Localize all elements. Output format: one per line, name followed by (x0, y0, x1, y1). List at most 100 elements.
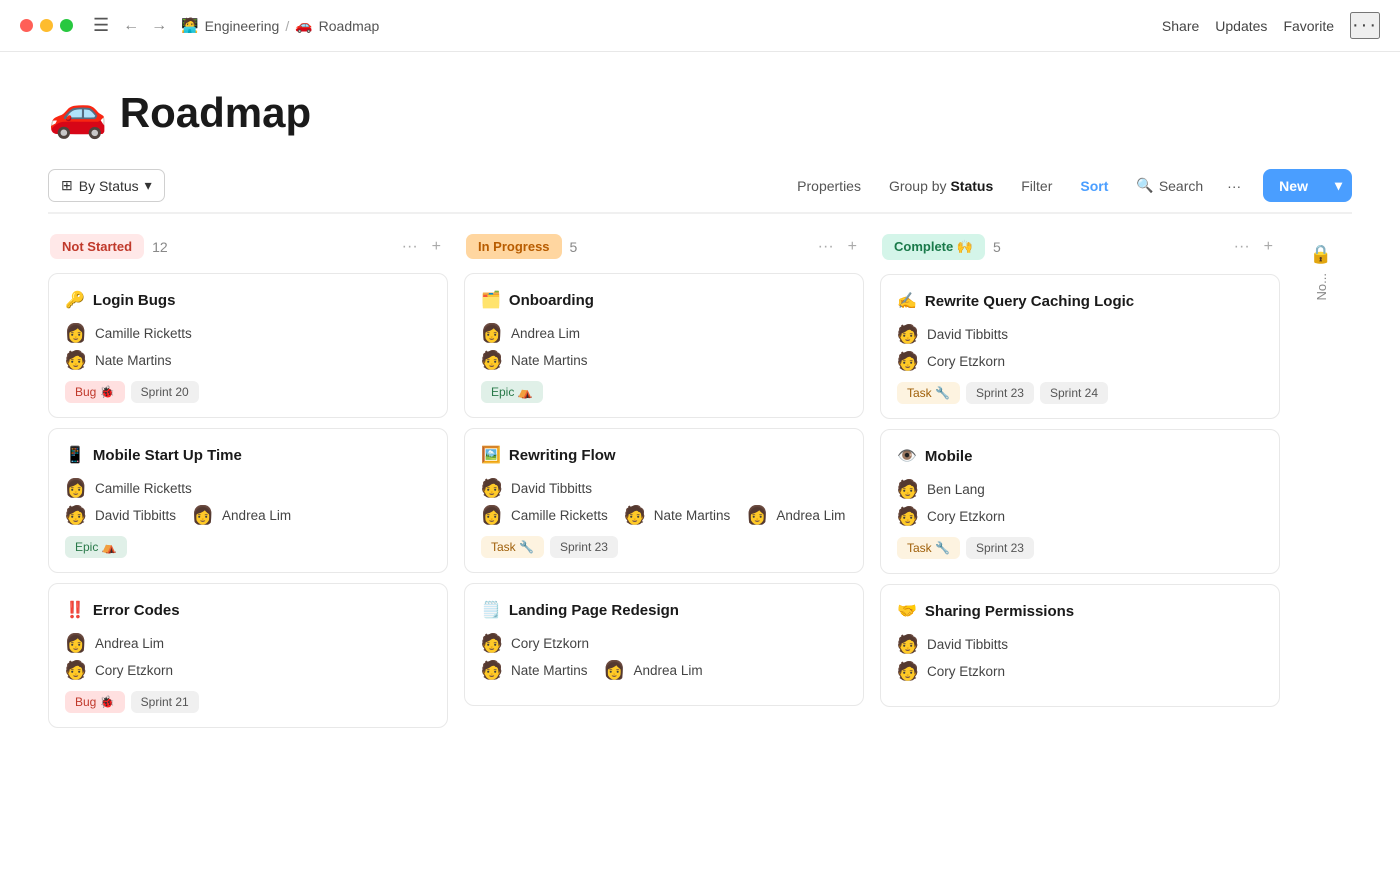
avatar: 👩 (192, 504, 214, 526)
card-person-in-progress-1-2: 🧑Nate Martins (624, 504, 731, 526)
person-name-0: Ben Lang (927, 482, 985, 497)
chevron-down-icon: ▾ (145, 177, 152, 194)
avatar: 👩 (65, 477, 87, 499)
card-person-not-started-1-2: 👩Andrea Lim (192, 504, 291, 526)
tag-bug-0: Bug 🐞 (65, 691, 125, 713)
card-complete-2[interactable]: 🤝Sharing Permissions🧑David Tibbitts🧑Cory… (880, 584, 1280, 707)
avatar: 👩 (481, 504, 503, 526)
column-count-not-started: 12 (152, 239, 168, 255)
close-button[interactable] (20, 19, 33, 32)
new-button[interactable]: New ▾ (1263, 169, 1352, 202)
page-title-emoji: 🚗 (48, 84, 108, 141)
column-actions-not-started: ···+ (397, 235, 446, 259)
card-not-started-1[interactable]: 📱Mobile Start Up Time👩Camille Ricketts🧑D… (48, 428, 448, 573)
column-more-button-complete[interactable]: ··· (1229, 235, 1255, 259)
card-people-complete-2: 🧑David Tibbitts🧑Cory Etzkorn (897, 633, 1263, 682)
column-header-complete: Complete 🙌5···+ (880, 234, 1280, 260)
card-tags-complete-1: Task 🔧 Sprint 23 (897, 537, 1263, 559)
tag-task-0: Task 🔧 (897, 537, 960, 559)
card-person-not-started-1-0: 👩 Camille Ricketts (65, 477, 431, 499)
card-people-not-started-1: 👩Camille Ricketts🧑David Tibbitts👩Andrea … (65, 477, 431, 526)
new-button-dropdown-icon[interactable]: ▾ (1325, 169, 1352, 202)
page-title: Roadmap (120, 89, 311, 137)
avatar: 🧑 (897, 350, 919, 372)
minimize-button[interactable] (40, 19, 53, 32)
avatar: 🧑 (65, 349, 87, 371)
card-tags-complete-0: Task 🔧Sprint 23Sprint 24 (897, 382, 1263, 404)
column-more-button-not-started[interactable]: ··· (397, 235, 423, 259)
person-name-1: Cory Etzkorn (95, 663, 173, 678)
avatar: 🧑 (897, 478, 919, 500)
person-name-1: Nate Martins (95, 353, 172, 368)
nav-arrows: ← → (119, 15, 171, 37)
card-person-in-progress-2-1: 🧑Nate Martins (481, 659, 588, 681)
column-count-in-progress: 5 (570, 239, 578, 255)
avatar: 🧑 (481, 349, 503, 371)
breadcrumb-workspace[interactable]: Engineering (205, 18, 280, 34)
card-emoji-in-progress-1: 🖼️ (481, 445, 501, 465)
card-in-progress-0[interactable]: 🗂️Onboarding👩Andrea Lim🧑Nate MartinsEpic… (464, 273, 864, 418)
view-selector-button[interactable]: ⊞ By Status ▾ (48, 169, 165, 202)
card-title-not-started-1: 📱Mobile Start Up Time (65, 445, 431, 465)
updates-button[interactable]: Updates (1215, 18, 1267, 34)
share-button[interactable]: Share (1162, 18, 1199, 34)
tag-epic-0: Epic ⛺ (65, 536, 127, 558)
maximize-button[interactable] (60, 19, 73, 32)
column-add-button-not-started[interactable]: + (427, 235, 446, 259)
group-by-label: Group by (889, 178, 950, 194)
search-button[interactable]: 🔍 Search (1124, 170, 1215, 201)
new-button-label: New (1263, 170, 1324, 202)
person-name-1: Cory Etzkorn (927, 509, 1005, 524)
more-options-button[interactable]: ··· (1350, 12, 1380, 39)
person-name-1: David Tibbitts (95, 508, 176, 523)
card-in-progress-1[interactable]: 🖼️Rewriting Flow🧑David Tibbitts👩Camille … (464, 428, 864, 573)
card-complete-0[interactable]: ✍️Rewrite Query Caching Logic🧑David Tibb… (880, 274, 1280, 419)
favorite-button[interactable]: Favorite (1283, 18, 1334, 34)
card-person-in-progress-2-0: 🧑Cory Etzkorn (481, 632, 847, 654)
column-more-button-in-progress[interactable]: ··· (813, 235, 839, 259)
card-in-progress-2[interactable]: 🗒️Landing Page Redesign🧑Cory Etzkorn🧑Nat… (464, 583, 864, 706)
card-person-not-started-2-1: 🧑Cory Etzkorn (65, 659, 431, 681)
avatar: 🧑 (897, 660, 919, 682)
card-person-complete-2-0: 🧑David Tibbitts (897, 633, 1263, 655)
column-actions-in-progress: ···+ (813, 235, 862, 259)
card-person-not-started-2-0: 👩Andrea Lim (65, 632, 431, 654)
person-name-0: Camille Ricketts (95, 481, 192, 496)
breadcrumb-page[interactable]: Roadmap (319, 18, 380, 34)
card-tags-in-progress-0: Epic ⛺ (481, 381, 847, 403)
person-name-2: Andrea Lim (634, 663, 703, 678)
card-title-text-in-progress-0: Onboarding (509, 292, 594, 309)
card-complete-1[interactable]: 👁️Mobile🧑Ben Lang🧑Cory EtzkornTask 🔧Spri… (880, 429, 1280, 574)
sort-button[interactable]: Sort (1068, 171, 1120, 201)
card-not-started-2[interactable]: ‼️ Error Codes 👩Andrea Lim 🧑Cory Etzkorn Bug… (48, 583, 448, 728)
status-badge-in-progress: In Progress (466, 234, 562, 259)
group-by-value: Status (950, 178, 993, 194)
card-title-text-not-started-2: Error Codes (93, 602, 180, 619)
sidebar-toggle-icon[interactable]: ☰ (93, 15, 109, 36)
toolbar-left: ⊞ By Status ▾ (48, 169, 165, 202)
avatar: 👩 (65, 632, 87, 654)
filter-button[interactable]: Filter (1009, 171, 1064, 201)
tag-epic-0: Epic ⛺ (481, 381, 543, 403)
properties-button[interactable]: Properties (785, 171, 873, 201)
person-name-2: Nate Martins (654, 508, 731, 523)
column-add-button-complete[interactable]: + (1259, 235, 1278, 259)
card-people-complete-1: 🧑Ben Lang🧑Cory Etzkorn (897, 478, 1263, 527)
card-person-row-rest-not-started-1: 🧑David Tibbitts👩Andrea Lim (65, 504, 431, 526)
toolbar-center: Properties Group by Status Filter Sort 🔍… (785, 170, 1249, 201)
tag-sprint-1: Sprint 23 (966, 537, 1034, 559)
toolbar-more-button[interactable]: ··· (1219, 171, 1249, 201)
card-title-complete-2: 🤝Sharing Permissions (897, 601, 1263, 621)
card-people-in-progress-2: 🧑Cory Etzkorn 🧑Nate Martins 👩 Andrea Lim (481, 632, 847, 681)
back-arrow-icon[interactable]: ← (119, 15, 143, 37)
avatar: 👩 (481, 322, 503, 344)
forward-arrow-icon[interactable]: → (147, 15, 171, 37)
card-title-in-progress-1: 🖼️Rewriting Flow (481, 445, 847, 465)
column-add-button-in-progress[interactable]: + (843, 235, 862, 259)
person-name-0: David Tibbitts (927, 637, 1008, 652)
group-by-button[interactable]: Group by Status (877, 171, 1005, 201)
card-not-started-0[interactable]: 🔑Login Bugs👩Camille Ricketts🧑Nate Martin… (48, 273, 448, 418)
tag-sprint-1: Sprint 20 (131, 381, 199, 403)
avatar: 👩 (604, 659, 626, 681)
card-emoji-not-started-2: ‼️ (65, 600, 85, 620)
